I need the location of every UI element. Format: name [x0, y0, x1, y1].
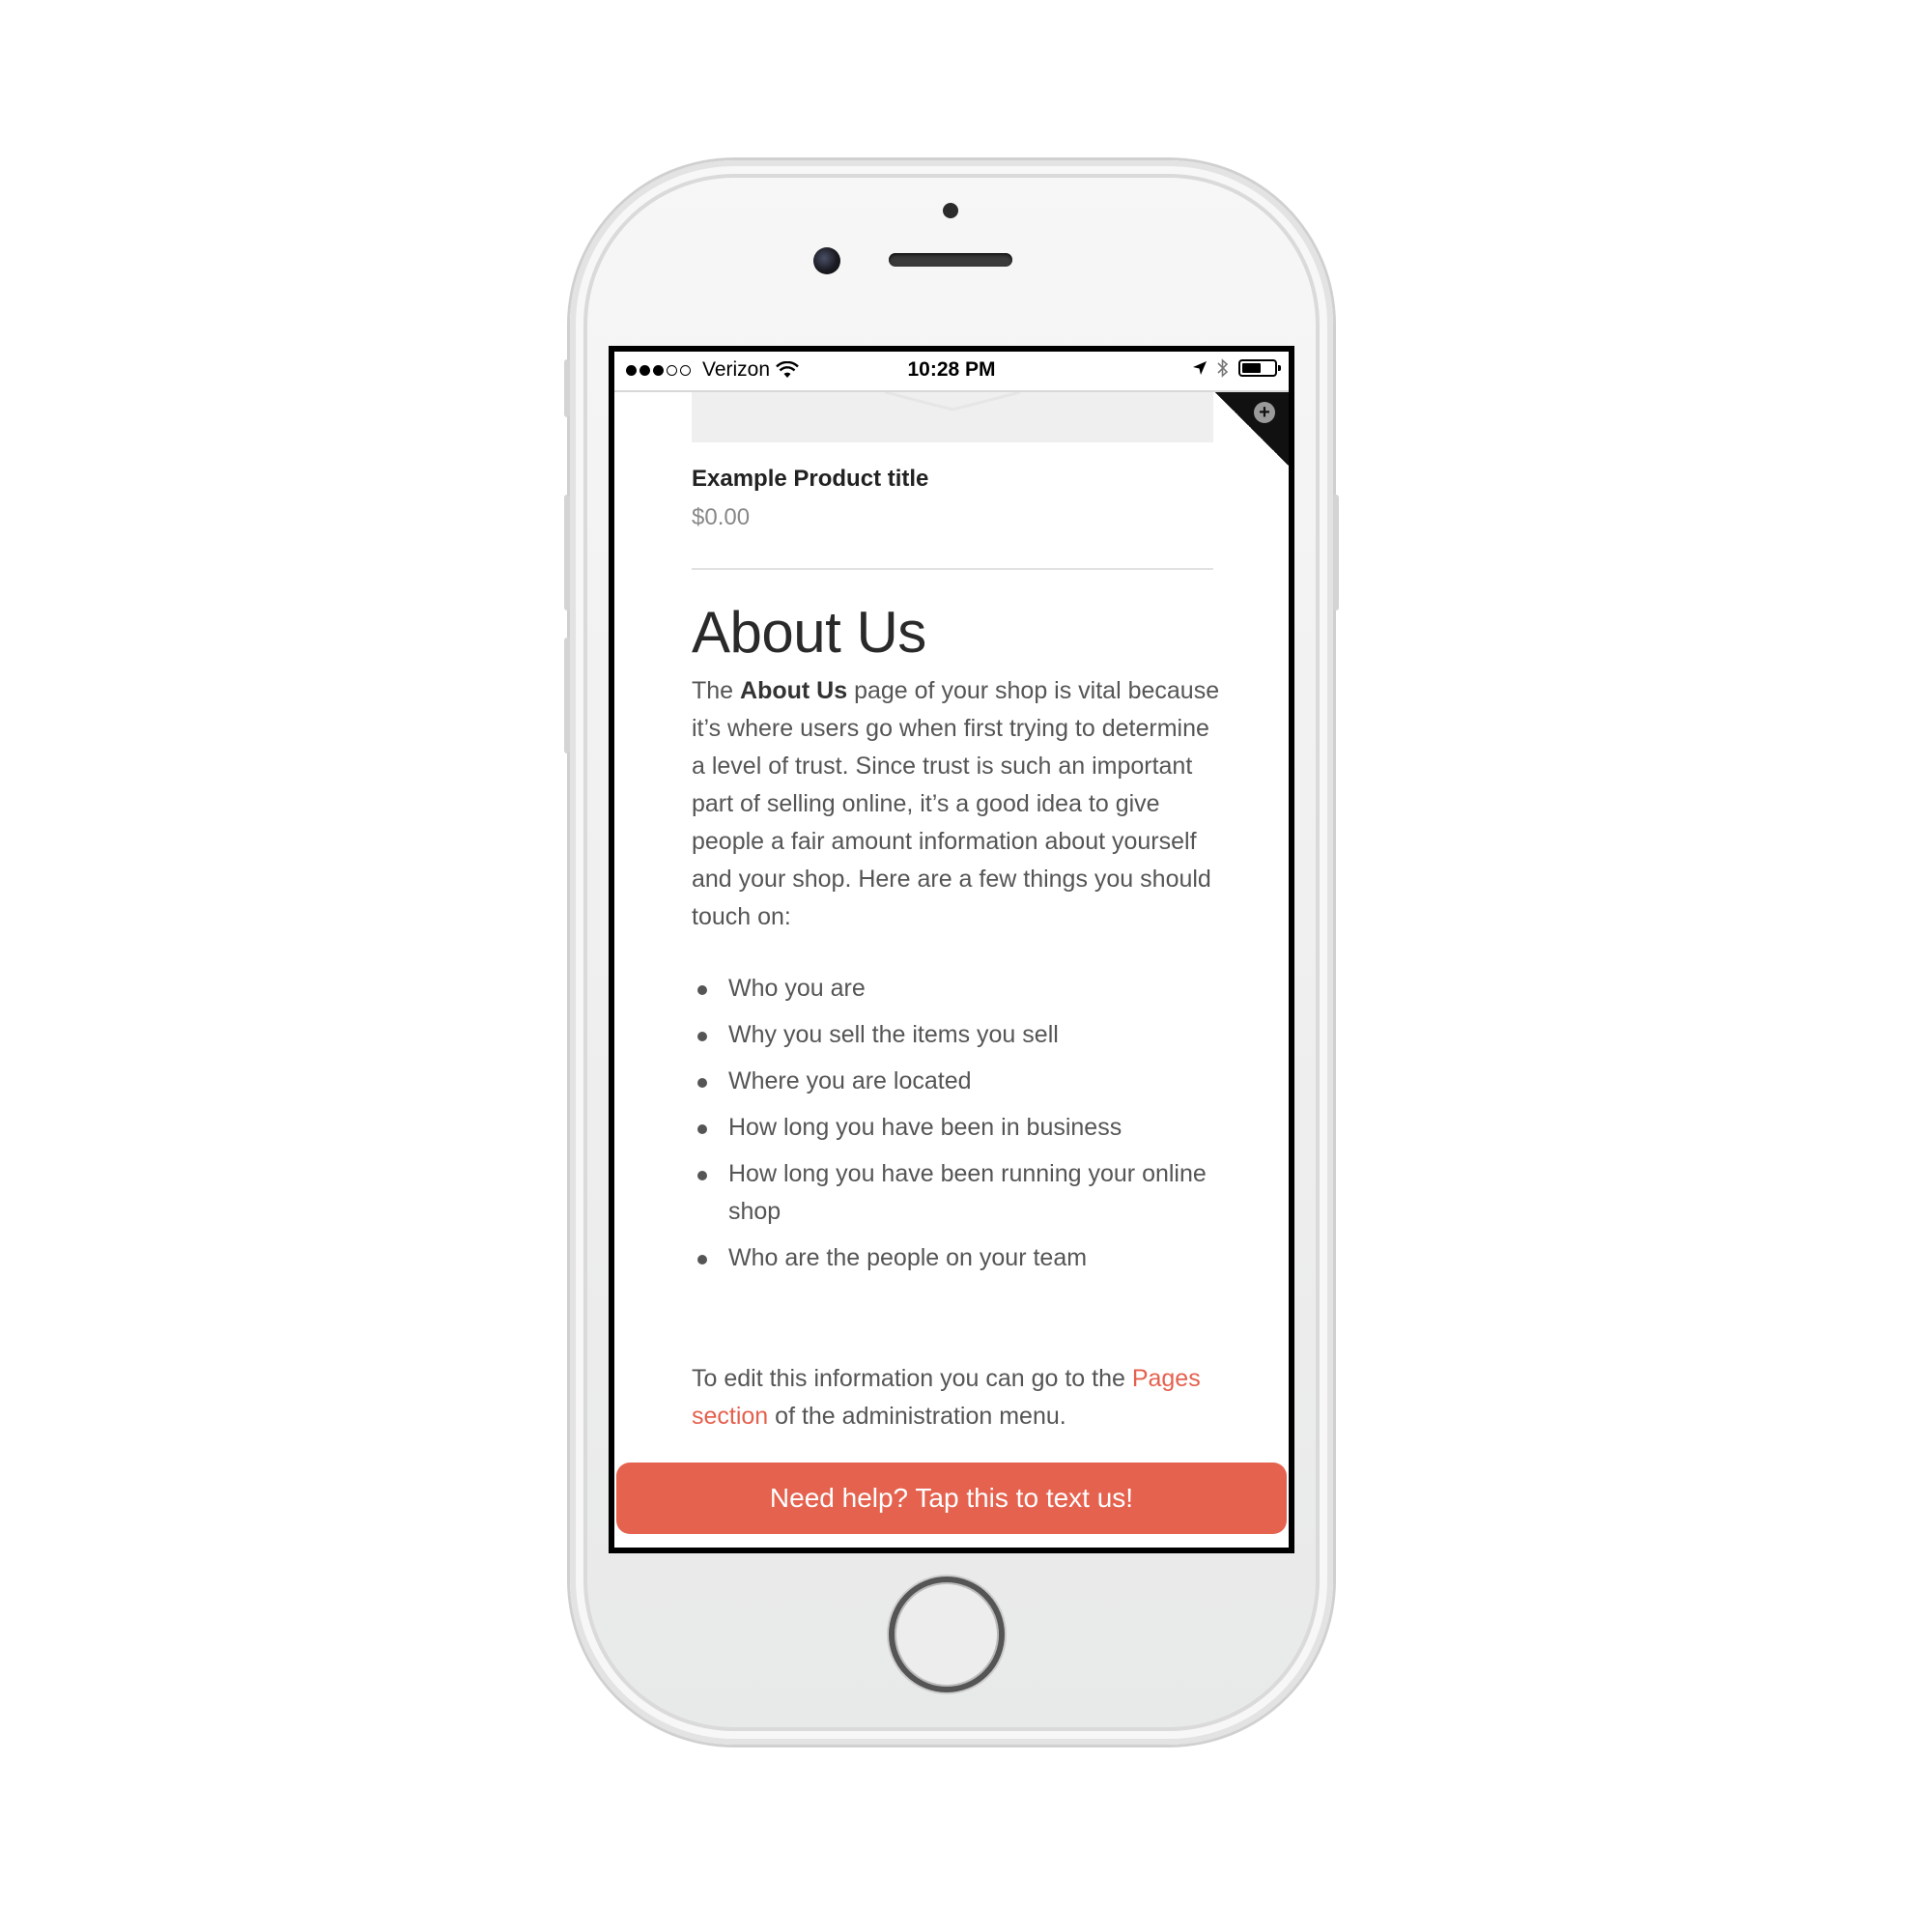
list-item: Who are the people on your team [692, 1239, 1223, 1277]
page-title: About Us [692, 600, 926, 665]
bluetooth-icon [1217, 358, 1229, 378]
earpiece-speaker [889, 253, 1012, 267]
edit-prefix: To edit this information you can go to t… [692, 1365, 1132, 1392]
intro-rest: page of your shop is vital because it’s … [692, 677, 1220, 930]
proximity-sensor [943, 203, 958, 218]
text-us-button[interactable]: Need help? Tap this to text us! [616, 1463, 1287, 1534]
list-item: Who you are [692, 970, 1223, 1008]
status-time: 10:28 PM [907, 358, 996, 381]
list-item: Why you sell the items you sell [692, 1016, 1223, 1054]
status-right [1192, 358, 1281, 378]
plus-icon: + [1254, 402, 1275, 423]
chevron-down-icon [885, 392, 1020, 412]
divider [692, 568, 1213, 570]
topics-list: Who you are Why you sell the items you s… [692, 970, 1223, 1286]
list-item: How long you have been in business [692, 1109, 1223, 1147]
battery-icon [1238, 359, 1281, 377]
status-bar: Verizon 10:28 PM [614, 352, 1289, 392]
location-arrow-icon [1193, 361, 1207, 375]
front-camera [813, 247, 840, 274]
power-button [1333, 495, 1339, 611]
home-button[interactable] [889, 1577, 1005, 1692]
intro-bold: About Us [740, 677, 848, 704]
edit-suffix: of the administration menu. [768, 1403, 1066, 1430]
screen-content: Verizon 10:28 PM + Example Product title… [614, 352, 1289, 1548]
product-price: $0.00 [692, 504, 751, 530]
volume-down-button [564, 638, 570, 753]
mute-switch [564, 359, 570, 417]
admin-corner-toggle[interactable]: + [1215, 392, 1289, 466]
list-item: How long you have been running your onli… [692, 1155, 1223, 1231]
about-intro: The About Us page of your shop is vital … [692, 672, 1223, 936]
volume-up-button [564, 495, 570, 611]
edit-instructions: To edit this information you can go to t… [692, 1360, 1223, 1435]
list-item: Where you are located [692, 1063, 1223, 1100]
phone-screen: Verizon 10:28 PM + Example Product title… [609, 346, 1294, 1553]
product-title[interactable]: Example Product title [692, 466, 928, 493]
product-image-placeholder[interactable] [692, 392, 1213, 442]
intro-prefix: The [692, 677, 741, 704]
